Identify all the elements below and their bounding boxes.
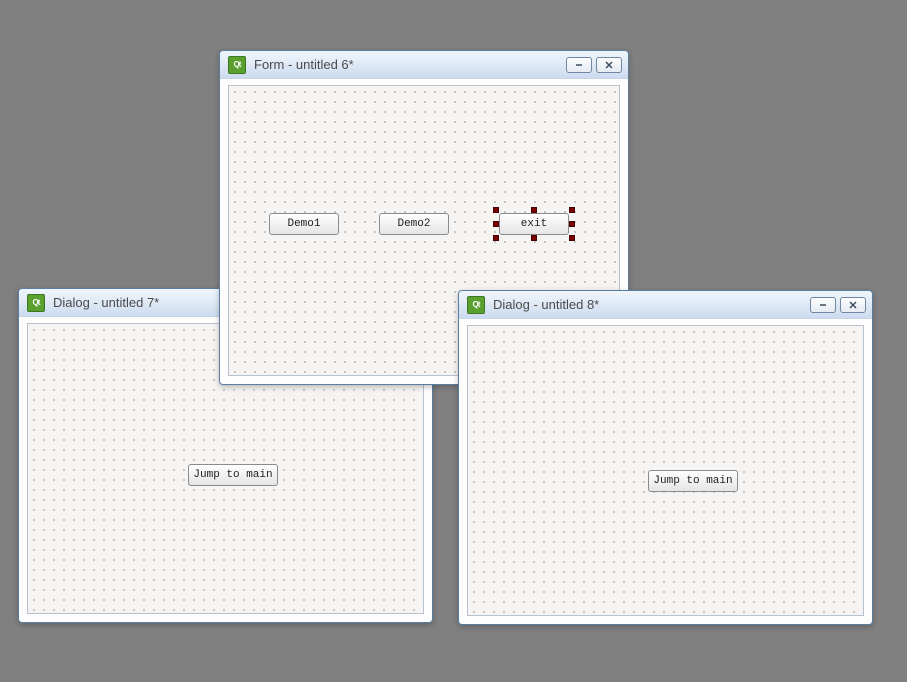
resize-handle-n[interactable] [531,207,537,213]
resize-handle-nw[interactable] [493,207,499,213]
close-icon [604,60,614,70]
minimize-button[interactable] [566,57,592,73]
close-button[interactable] [840,297,866,313]
resize-handle-s[interactable] [531,235,537,241]
title-form: Form - untitled 6* [254,57,566,72]
exit-button[interactable]: exit [499,213,569,235]
resize-handle-ne[interactable] [569,207,575,213]
jump-to-main-button[interactable]: Jump to main [188,464,278,486]
close-icon [848,300,858,310]
window-controls [810,297,866,313]
window-controls [566,57,622,73]
resize-handle-e[interactable] [569,221,575,227]
title-dialog8: Dialog - untitled 8* [493,297,810,312]
resize-handle-sw[interactable] [493,235,499,241]
app-icon [27,294,45,312]
titlebar-dialog8[interactable]: Dialog - untitled 8* [459,291,872,319]
selection-exit[interactable]: exit [496,210,572,238]
resize-handle-se[interactable] [569,235,575,241]
minimize-icon [574,60,584,70]
jump-to-main-button[interactable]: Jump to main [648,470,738,492]
design-canvas-dialog8[interactable]: Jump to main [467,325,864,616]
titlebar-form[interactable]: Form - untitled 6* [220,51,628,79]
demo1-button[interactable]: Demo1 [269,213,339,235]
demo2-button[interactable]: Demo2 [379,213,449,235]
app-icon [228,56,246,74]
app-icon [467,296,485,314]
minimize-icon [818,300,828,310]
close-button[interactable] [596,57,622,73]
minimize-button[interactable] [810,297,836,313]
window-dialog8[interactable]: Dialog - untitled 8* Jump to main [458,290,873,625]
resize-handle-w[interactable] [493,221,499,227]
